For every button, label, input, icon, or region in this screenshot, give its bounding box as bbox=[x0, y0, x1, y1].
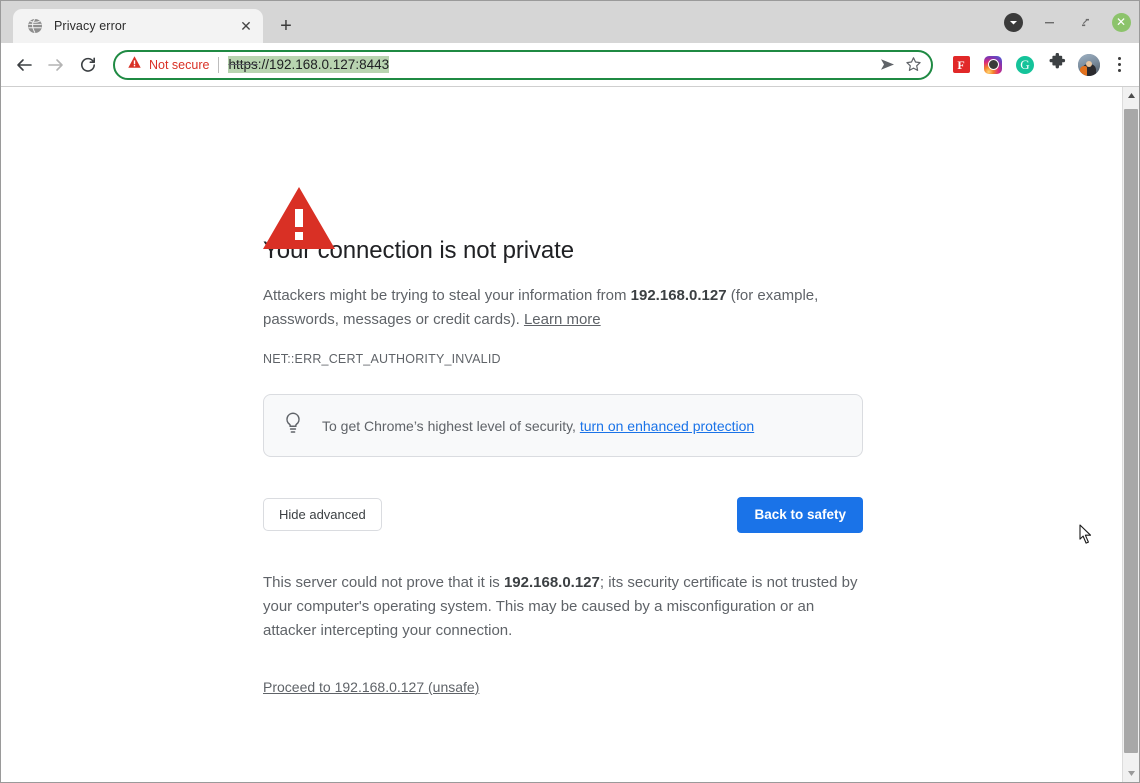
error-code: NET::ERR_CERT_AUTHORITY_INVALID bbox=[263, 352, 501, 367]
tab-privacy-error[interactable]: Privacy error ✕ bbox=[13, 9, 263, 43]
browser-toolbar: Not secure https://192.168.0.127:8443 F bbox=[1, 43, 1139, 87]
camera-icon bbox=[984, 55, 1002, 74]
grammarly-icon: G bbox=[1016, 55, 1034, 74]
error-description-before: Attackers might be trying to steal your … bbox=[263, 287, 631, 305]
scroll-down-arrow[interactable] bbox=[1123, 765, 1139, 782]
error-host: 192.168.0.127 bbox=[630, 287, 727, 305]
address-bar[interactable]: Not secure https://192.168.0.127:8443 bbox=[113, 49, 933, 80]
enhanced-protection-callout: To get Chrome’s highest level of securit… bbox=[263, 394, 863, 458]
advanced-details-panel: This server could not prove that it is 1… bbox=[263, 571, 863, 697]
browser-window: Privacy error ✕ + ✕ Not secure https://1… bbox=[0, 0, 1140, 783]
back-to-safety-button[interactable]: Back to safety bbox=[737, 497, 863, 533]
hide-advanced-button[interactable]: Hide advanced bbox=[263, 498, 382, 532]
flipboard-icon: F bbox=[952, 56, 970, 73]
scroll-up-arrow[interactable] bbox=[1123, 87, 1139, 104]
learn-more-link[interactable]: Learn more bbox=[524, 311, 601, 328]
forward-button[interactable] bbox=[41, 50, 71, 80]
avatar bbox=[1078, 53, 1100, 76]
turn-on-enhanced-protection-link[interactable]: turn on enhanced protection bbox=[580, 418, 754, 434]
grammarly-extension-button[interactable]: G bbox=[1009, 50, 1041, 80]
ssl-interstitial: Your connection is not private Attackers… bbox=[263, 87, 865, 697]
page-scrollbar[interactable] bbox=[1122, 87, 1139, 782]
profile-button[interactable] bbox=[1073, 50, 1105, 80]
enhanced-protection-text: To get Chrome’s highest level of securit… bbox=[322, 416, 754, 436]
omnibox-divider bbox=[218, 56, 220, 73]
back-button[interactable] bbox=[9, 50, 39, 80]
warning-triangle-icon bbox=[127, 55, 142, 75]
globe-icon bbox=[27, 18, 43, 34]
advanced-description: This server could not prove that it is 1… bbox=[263, 571, 863, 643]
security-chip[interactable]: Not secure bbox=[127, 55, 209, 75]
reload-button[interactable] bbox=[73, 50, 103, 80]
window-controls: ✕ bbox=[1003, 9, 1131, 35]
url-scheme: https bbox=[228, 57, 258, 72]
scrollbar-thumb[interactable] bbox=[1124, 109, 1138, 753]
url-text[interactable]: https://192.168.0.127:8443 bbox=[228, 56, 390, 73]
close-window-button[interactable]: ✕ bbox=[1111, 12, 1131, 32]
three-dot-menu-icon[interactable] bbox=[1105, 50, 1133, 80]
proceed-unsafe-link[interactable]: Proceed to 192.168.0.127 (unsafe) bbox=[263, 679, 479, 695]
error-description: Attackers might be trying to steal your … bbox=[263, 284, 843, 332]
minimize-button[interactable] bbox=[1039, 12, 1059, 32]
not-secure-label: Not secure bbox=[149, 57, 210, 72]
extensions-button[interactable] bbox=[1041, 50, 1073, 80]
enhanced-protection-prefix: To get Chrome’s highest level of securit… bbox=[322, 417, 580, 434]
close-icon: ✕ bbox=[1111, 12, 1131, 32]
puzzle-icon bbox=[1048, 52, 1067, 77]
new-tab-button[interactable]: + bbox=[272, 12, 300, 40]
flipboard-extension-button[interactable]: F bbox=[945, 50, 977, 80]
star-icon[interactable] bbox=[901, 53, 925, 77]
send-icon[interactable] bbox=[875, 53, 899, 77]
caret-down-circle-icon bbox=[1003, 12, 1023, 32]
page-title: Your connection is not private bbox=[263, 237, 574, 264]
photo-extension-button[interactable] bbox=[977, 50, 1009, 80]
toolbar-right-icons: F G bbox=[941, 50, 1133, 80]
window-options-button[interactable] bbox=[1003, 12, 1023, 32]
advanced-host: 192.168.0.127 bbox=[503, 573, 600, 591]
tab-title: Privacy error bbox=[54, 19, 127, 33]
tab-close-icon[interactable]: ✕ bbox=[237, 17, 255, 35]
interstitial-button-row: Hide advanced Back to safety bbox=[263, 497, 863, 533]
url-rest: ://192.168.0.127:8443 bbox=[257, 57, 390, 72]
tab-strip: Privacy error ✕ + ✕ bbox=[1, 1, 1139, 43]
advanced-before: This server could not prove that it is bbox=[263, 573, 504, 591]
lightbulb-icon bbox=[282, 411, 304, 440]
maximize-restore-button[interactable] bbox=[1075, 12, 1095, 32]
page-content: Your connection is not private Attackers… bbox=[1, 87, 1139, 782]
